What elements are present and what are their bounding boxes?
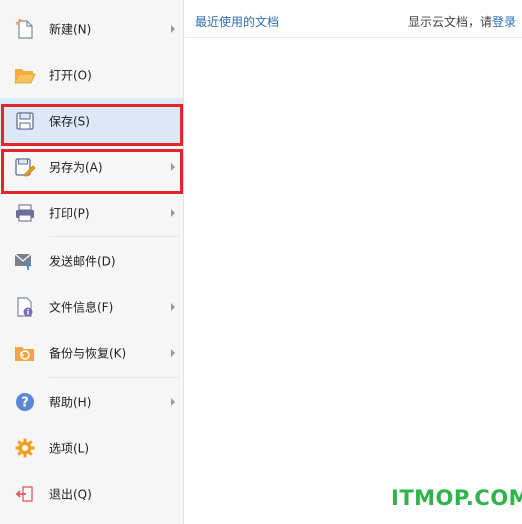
printer-icon <box>14 202 36 224</box>
new-document-icon <box>14 18 36 40</box>
menu-item-help-label: 帮助(H) <box>49 395 92 410</box>
file-info-icon <box>14 296 36 318</box>
menu-item-new-label: 新建(N) <box>49 22 92 37</box>
cloud-prompt-text: 显示云文档，请 <box>407 15 492 29</box>
recent-documents-title: 最近使用的文档 <box>195 15 280 29</box>
folder-open-icon <box>14 64 36 86</box>
menu-item-file-info[interactable]: 文件信息(F) <box>0 284 183 330</box>
menu-item-backup-label: 备份与恢复(K) <box>49 346 127 361</box>
save-as-icon <box>14 156 36 178</box>
menu-item-exit[interactable]: 退出(Q) <box>0 471 183 517</box>
menu-divider <box>49 377 179 378</box>
backup-restore-icon <box>14 342 36 364</box>
menu-item-open-label: 打开(O) <box>49 68 92 83</box>
menu-item-new[interactable]: 新建(N) <box>0 6 183 52</box>
menu-item-backup[interactable]: 备份与恢复(K) <box>0 330 183 376</box>
recent-documents-header: 最近使用的文档 显示云文档，请登录 <box>185 0 522 38</box>
file-menu: 新建(N) 打开(O) 保存(S) 另存为(A) 打印(P) 发送邮件(D) 文… <box>0 0 184 524</box>
menu-item-send-email-label: 发送邮件(D) <box>49 254 116 269</box>
help-icon: ? <box>14 391 36 413</box>
menu-item-print-label: 打印(P) <box>49 206 90 221</box>
menu-item-options-label: 选项(L) <box>49 441 90 456</box>
submenu-arrow-icon <box>171 303 175 311</box>
menu-divider <box>49 236 179 237</box>
menu-item-open[interactable]: 打开(O) <box>0 52 183 98</box>
menu-item-send-email[interactable]: 发送邮件(D) <box>0 238 183 284</box>
email-icon <box>14 250 36 272</box>
menu-item-save[interactable]: 保存(S) <box>0 98 183 144</box>
menu-item-save-as[interactable]: 另存为(A) <box>0 144 183 190</box>
submenu-arrow-icon <box>171 25 175 33</box>
menu-item-options[interactable]: 选项(L) <box>0 425 183 471</box>
gear-icon <box>14 437 36 459</box>
submenu-arrow-icon <box>171 209 175 217</box>
login-link[interactable]: 登录 <box>492 15 516 29</box>
site-watermark: ITMOP.COM <box>391 486 522 510</box>
save-icon <box>14 110 36 132</box>
exit-icon <box>14 483 36 505</box>
menu-item-help[interactable]: ? 帮助(H) <box>0 379 183 425</box>
svg-text:?: ? <box>21 396 29 411</box>
submenu-arrow-icon <box>171 163 175 171</box>
menu-item-exit-label: 退出(Q) <box>49 487 92 502</box>
menu-item-save-label: 保存(S) <box>49 114 90 129</box>
cloud-docs-prompt: 显示云文档，请登录 <box>408 13 516 30</box>
menu-item-file-info-label: 文件信息(F) <box>49 300 114 315</box>
menu-item-save-as-label: 另存为(A) <box>49 160 103 175</box>
recent-documents-panel: 最近使用的文档 显示云文档，请登录 <box>185 0 522 524</box>
menu-item-print[interactable]: 打印(P) <box>0 190 183 236</box>
submenu-arrow-icon <box>171 398 175 406</box>
submenu-arrow-icon <box>171 349 175 357</box>
